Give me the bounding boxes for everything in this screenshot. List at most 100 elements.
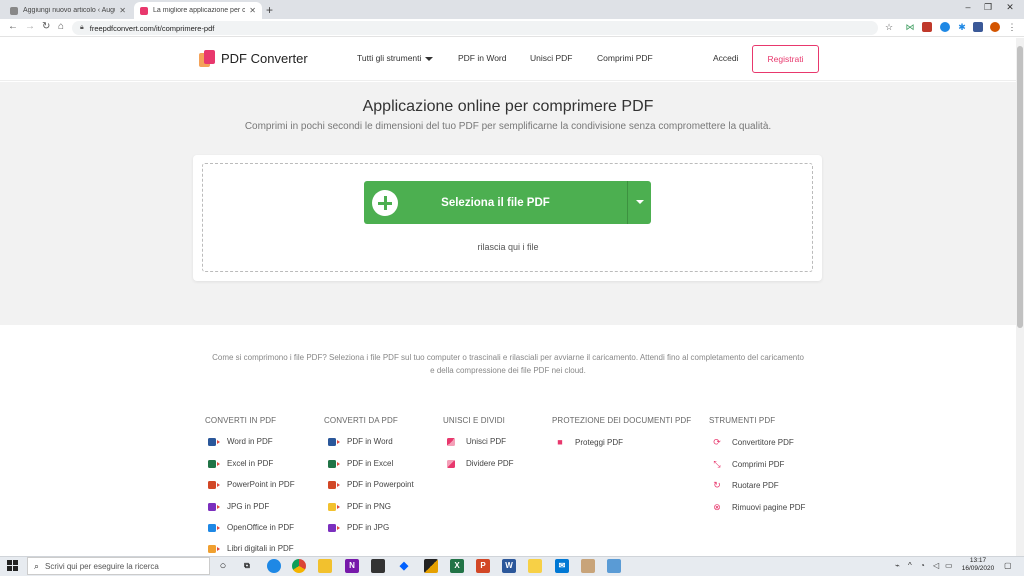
word-app-icon[interactable]: W [502,559,516,573]
dropbox-icon[interactable]: ◆ [397,559,411,573]
page-subtitle: Comprimi in pochi secondi le dimensioni … [244,121,772,132]
nav-all-tools[interactable]: Tutti gli strumenti [357,53,434,63]
scrollbar-thumb[interactable] [1017,46,1023,328]
menu-kebab-icon[interactable]: ⋮ [1007,22,1017,32]
pdf-converter-logo[interactable] [199,50,215,68]
paint-icon[interactable] [581,559,595,573]
mail-icon[interactable]: ✉ [555,559,569,573]
remove-icon: ⊗ [713,502,721,512]
brand-name[interactable]: PDF Converter [221,51,308,66]
footer-link-label: OpenOffice in PDF [227,523,294,532]
cortana-icon[interactable]: ○ [216,559,230,573]
ebook-icon [208,544,220,553]
footer-link[interactable]: Unisci PDF [447,437,506,446]
footer-link-label: Rimuovi pagine PDF [732,503,806,512]
wordpress-icon [10,6,18,15]
extension-gear-icon[interactable]: ✱ [957,22,967,32]
network-tray-icon[interactable]: ⌁ [895,561,900,570]
volume-icon[interactable]: ◁ [933,561,939,570]
share-extension-icon[interactable]: ⋈ [905,22,915,32]
task-view-icon[interactable]: ⧉ [240,559,254,573]
footer-link[interactable]: ⤡ Comprimi PDF [713,459,784,470]
footer-link[interactable]: PDF in JPG [328,523,389,532]
chrome-icon[interactable] [292,559,306,573]
login-link[interactable]: Accedi [713,53,739,63]
chevron-up-icon[interactable]: ^ [908,561,912,570]
register-button[interactable]: Registrati [752,45,819,73]
footer-link[interactable]: PDF in Powerpoint [328,480,414,489]
sticky-notes-icon[interactable] [528,559,542,573]
split-icon [447,459,455,468]
bookmark-star-icon[interactable]: ☆ [884,22,894,32]
browser-tab-active[interactable]: La migliore applicazione per com ✕ [134,2,262,19]
site-header [0,38,1016,81]
footer-link[interactable]: PowerPoint in PDF [208,480,295,489]
footer-link-label: Libri digitali in PDF [227,544,294,553]
clock-time: 13:17 [969,557,987,564]
notifications-icon[interactable]: ▢ [1004,561,1012,570]
footer-link[interactable]: ■ Proteggi PDF [556,437,623,447]
footer-link[interactable]: PDF in PNG [328,502,391,511]
footer-heading: CONVERTI DA PDF [324,416,398,425]
maximize-icon[interactable]: ❐ [978,2,998,13]
lock-icon: 🔒︎ [80,24,84,31]
clock-date: 16/09/2020 [961,565,995,572]
footer-link[interactable]: ↻ Ruotare PDF [713,480,778,491]
excel-icon [328,459,340,468]
taskbar-search-input[interactable]: ⌕ Scrivi qui per eseguire la ricerca [27,557,210,575]
png-icon [328,502,340,511]
home-icon[interactable]: ⌂ [58,21,64,32]
file-explorer-icon[interactable] [318,559,332,573]
footer-link[interactable]: Excel in PDF [208,459,273,468]
footer-link[interactable]: PDF in Word [328,437,393,446]
reload-icon[interactable]: ↻ [42,21,50,32]
app-folder-icon[interactable] [607,559,621,573]
pdf-extension-icon[interactable] [922,22,932,32]
window-close-icon[interactable]: ✕ [1000,2,1020,13]
nav-pdf-to-word[interactable]: PDF in Word [458,53,507,63]
how-to-text: Come si comprimono i file PDF? Seleziona… [212,353,804,375]
wifi-icon[interactable]: ◔ [920,561,925,570]
select-pdf-label: Seleziona il file PDF [441,196,550,209]
app-icon[interactable] [424,559,438,573]
footer-link[interactable]: OpenOffice in PDF [208,523,294,532]
url-input[interactable]: 🔒︎ freepdfconvert.com/it/comprimere-pdf [72,21,878,35]
browser-tab[interactable]: Aggiungi nuovo articolo ‹ Augus ✕ [4,2,132,19]
close-icon[interactable]: ✕ [119,6,126,15]
back-icon[interactable]: ← [8,21,18,32]
windows-start-icon[interactable] [7,560,19,572]
footer-heading: STRUMENTI PDF [709,416,776,425]
footer-link[interactable]: ⟳ Convertitore PDF [713,437,794,448]
powerpoint-icon [208,480,220,489]
extension-blue-icon[interactable] [940,22,950,32]
drop-hint: rilascia qui i file [477,242,539,252]
nav-merge-pdf[interactable]: Unisci PDF [530,53,573,63]
nav-compress-pdf[interactable]: Comprimi PDF [597,53,653,63]
footer-link[interactable]: Libri digitali in PDF [208,544,294,553]
forward-icon[interactable]: → [25,21,35,32]
lock-icon: ■ [557,437,563,447]
url-text: freepdfconvert.com/it/comprimere-pdf [89,23,215,33]
footer-link[interactable]: ⊗ Rimuovi pagine PDF [713,502,805,513]
keyboard-layout-icon[interactable]: ▭ [945,561,953,570]
store-icon[interactable] [371,559,385,573]
footer-link[interactable]: Word in PDF [208,437,273,446]
edge-icon[interactable] [267,559,281,573]
excel-app-icon[interactable]: X [450,559,464,573]
new-tab-icon[interactable]: + [266,3,273,17]
footer-link[interactable]: Dividere PDF [447,459,514,468]
minimize-icon[interactable]: – [958,2,978,12]
tab-title: Aggiungi nuovo articolo ‹ Augus [23,7,116,14]
select-pdf-button[interactable]: Seleziona il file PDF [364,181,627,224]
taskbar-clock[interactable]: 13:17 16/09/2020 [958,557,998,573]
footer-link-label: Word in PDF [227,437,273,446]
footer-link[interactable]: JPG in PDF [208,502,269,511]
profile-avatar[interactable] [990,22,1000,32]
extension-cloud-icon[interactable] [973,22,983,32]
select-source-dropdown[interactable] [627,181,651,224]
nav-all-tools-label: Tutti gli strumenti [357,53,422,63]
onenote-icon[interactable]: N [345,559,359,573]
powerpoint-app-icon[interactable]: P [476,559,490,573]
close-icon[interactable]: ✕ [249,6,256,15]
footer-link[interactable]: PDF in Excel [328,459,393,468]
